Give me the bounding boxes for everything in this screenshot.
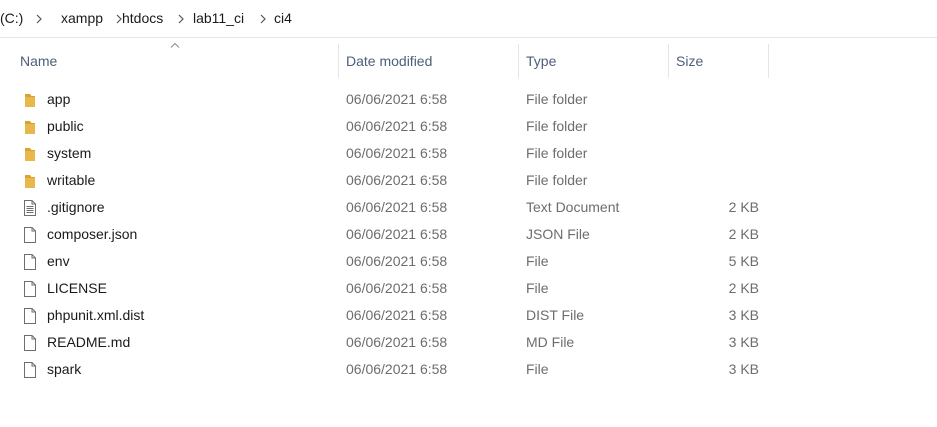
- file-icon: [22, 361, 38, 379]
- folder-icon: [22, 91, 38, 109]
- column-divider[interactable]: [668, 44, 669, 78]
- file-icon: [22, 307, 38, 325]
- chevron-right-icon[interactable]: [256, 12, 270, 26]
- file-size: 3 KB: [728, 307, 759, 323]
- file-row[interactable]: public 06/06/2021 6:58 File folder: [0, 113, 937, 140]
- file-size: 3 KB: [728, 361, 759, 377]
- file-date-modified: 06/06/2021 6:58: [346, 172, 448, 188]
- column-divider[interactable]: [338, 44, 339, 78]
- file-date-modified: 06/06/2021 6:58: [346, 334, 448, 350]
- file-type: File: [526, 280, 549, 296]
- file-name: phpunit.xml.dist: [47, 307, 145, 323]
- column-header-name[interactable]: Name: [20, 38, 57, 84]
- breadcrumb-item-htdocs[interactable]: htdocs: [122, 10, 163, 26]
- file-date-modified: 06/06/2021 6:58: [346, 145, 448, 161]
- file-name: app: [47, 91, 71, 107]
- file-type: File: [526, 253, 549, 269]
- file-type: Text Document: [526, 199, 620, 215]
- file-type: JSON File: [526, 226, 590, 242]
- file-name: LICENSE: [47, 280, 107, 296]
- file-name: README.md: [47, 334, 131, 350]
- file-row[interactable]: composer.json 06/06/2021 6:58 JSON File 2 K…: [0, 221, 937, 248]
- file-date-modified: 06/06/2021 6:58: [346, 280, 448, 296]
- file-row[interactable]: writable 06/06/2021 6:58 File folder: [0, 167, 937, 194]
- file-row[interactable]: env 06/06/2021 6:58 File 5 KB: [0, 248, 937, 275]
- sort-ascending-icon: [170, 42, 180, 48]
- file-name: writable: [47, 172, 96, 188]
- file-size: 2 KB: [728, 199, 759, 215]
- chevron-right-icon[interactable]: [32, 12, 46, 26]
- file-row[interactable]: phpunit.xml.dist 06/06/2021 6:58 DIST File…: [0, 302, 937, 329]
- file-row[interactable]: README.md 06/06/2021 6:58 MD File 3 KB: [0, 329, 937, 356]
- folder-icon: [22, 172, 38, 190]
- file-name: composer.json: [47, 226, 138, 242]
- file-type: File folder: [526, 118, 588, 134]
- breadcrumb-item-drive[interactable]: (C:): [0, 10, 23, 26]
- file-name: public: [47, 118, 84, 134]
- text-document-icon: [22, 199, 38, 217]
- file-row[interactable]: system 06/06/2021 6:58 File folder: [0, 140, 937, 167]
- address-bar[interactable]: (C:) xampp htdocs lab11_ci ci4: [0, 0, 937, 38]
- file-size: 3 KB: [728, 334, 759, 350]
- file-type: File folder: [526, 172, 588, 188]
- file-name: .gitignore: [47, 199, 105, 215]
- breadcrumb-item-xampp[interactable]: xampp: [61, 10, 103, 26]
- file-icon: [22, 226, 38, 244]
- column-header-row: Name Date modified Type Size: [0, 38, 937, 84]
- file-type: File folder: [526, 145, 588, 161]
- file-size: 2 KB: [728, 226, 759, 242]
- file-row[interactable]: .gitignore 06/06/2021 6:58 Text Document 2 …: [0, 194, 937, 221]
- folder-icon: [22, 145, 38, 163]
- folder-icon: [22, 118, 38, 136]
- column-header-date-modified[interactable]: Date modified: [346, 38, 432, 84]
- breadcrumb-item-ci4[interactable]: ci4: [274, 10, 292, 26]
- file-type: MD File: [526, 334, 575, 350]
- file-name: spark: [47, 361, 82, 377]
- file-row[interactable]: LICENSE 06/06/2021 6:58 File 2 KB: [0, 275, 937, 302]
- file-date-modified: 06/06/2021 6:58: [346, 361, 448, 377]
- column-header-size[interactable]: Size: [676, 38, 703, 84]
- file-date-modified: 06/06/2021 6:58: [346, 307, 448, 323]
- column-divider[interactable]: [768, 44, 769, 78]
- file-type: File: [526, 361, 549, 377]
- file-date-modified: 06/06/2021 6:58: [346, 91, 448, 107]
- file-row[interactable]: app 06/06/2021 6:58 File folder: [0, 86, 937, 113]
- file-date-modified: 06/06/2021 6:58: [346, 226, 448, 242]
- chevron-right-icon[interactable]: [174, 12, 188, 26]
- file-date-modified: 06/06/2021 6:58: [346, 199, 448, 215]
- file-date-modified: 06/06/2021 6:58: [346, 118, 448, 134]
- file-icon: [22, 334, 38, 352]
- file-icon: [22, 253, 38, 271]
- file-type: DIST File: [526, 307, 585, 323]
- column-divider[interactable]: [518, 44, 519, 78]
- column-header-type[interactable]: Type: [526, 38, 556, 84]
- file-icon: [22, 280, 38, 298]
- file-date-modified: 06/06/2021 6:58: [346, 253, 448, 269]
- file-name: system: [47, 145, 92, 161]
- file-type: File folder: [526, 91, 588, 107]
- file-list: app 06/06/2021 6:58 File folder public 06/06…: [0, 86, 937, 383]
- file-name: env: [47, 253, 70, 269]
- breadcrumb-item-lab11-ci[interactable]: lab11_ci: [193, 10, 244, 26]
- file-size: 5 KB: [728, 253, 759, 269]
- file-row[interactable]: spark 06/06/2021 6:58 File 3 KB: [0, 356, 937, 383]
- file-size: 2 KB: [728, 280, 759, 296]
